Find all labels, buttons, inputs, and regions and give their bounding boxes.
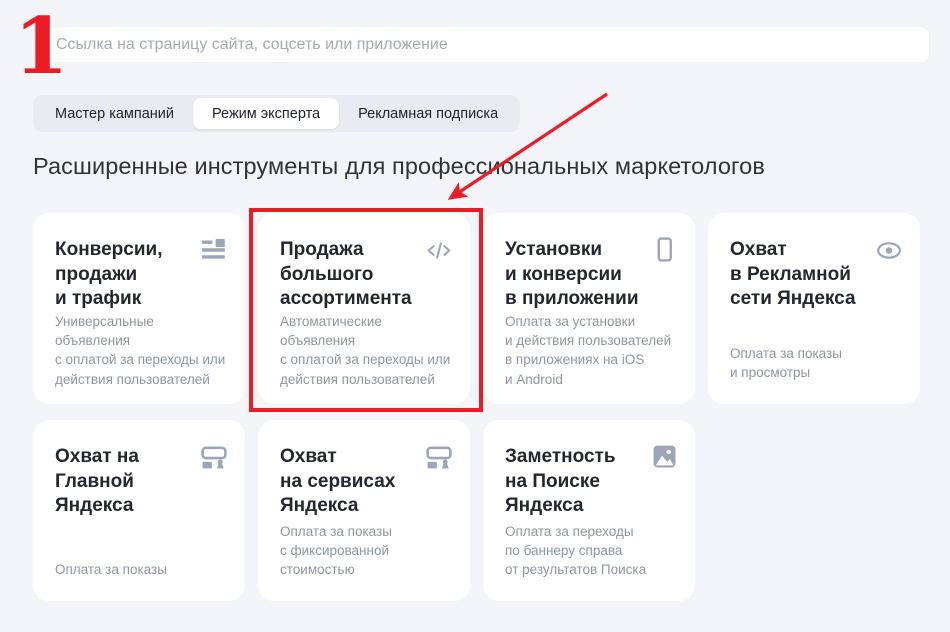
card-reach-yandex-homepage[interactable]: Охват на Главной Яндекса Оплата за показ… — [33, 420, 245, 601]
card-reach-yandex-services[interactable]: Охват на сервисах Яндекса Оплата за пока… — [258, 420, 470, 601]
card-description: Оплата за показы и просмотры — [730, 345, 842, 380]
eye-icon — [876, 237, 902, 263]
card-reach-yandex-ad-network[interactable]: Охват в Рекламной сети Яндекса Оплата за… — [708, 213, 920, 404]
phone-icon — [651, 237, 677, 263]
site-link-input[interactable] — [35, 26, 930, 63]
card-description: Универсальные объявления с оплатой за пе… — [55, 314, 226, 387]
page-title: Расширенные инструменты для профессионал… — [33, 153, 765, 179]
card-description: Оплата за показы — [55, 561, 167, 577]
code-icon — [426, 237, 452, 263]
card-description: Автоматические объявления с оплатой за п… — [280, 314, 451, 387]
text-ad-icon — [201, 237, 227, 263]
tab-campaign-wizard[interactable]: Мастер кампаний — [36, 98, 193, 129]
card-conversions-sales-traffic[interactable]: Конверсии, продажи и трафик Универсальны… — [33, 213, 245, 404]
billboard-icon — [201, 444, 227, 470]
tab-ad-subscription[interactable]: Рекламная подписка — [339, 98, 517, 129]
tab-expert-mode[interactable]: Режим эксперта — [193, 98, 340, 129]
billboard-icon — [426, 444, 452, 470]
card-description: Оплата за показы с фиксированной стоимос… — [280, 523, 392, 577]
campaign-mode-tabs: Мастер кампаний Режим эксперта Рекламная… — [33, 95, 521, 132]
campaign-cards-grid: Конверсии, продажи и трафик Универсальны… — [33, 213, 920, 601]
card-description: Оплата за установки и действия пользоват… — [505, 314, 672, 387]
card-large-assortment-sales[interactable]: Продажа большого ассортимента Автоматиче… — [258, 213, 470, 404]
card-visibility-yandex-search[interactable]: Заметность на Поиске Яндекса Оплата за п… — [483, 420, 695, 601]
campaign-type-picker-page: Мастер кампаний Режим эксперта Рекламная… — [0, 0, 950, 632]
card-description: Оплата за переходы по баннеру справа от … — [505, 523, 647, 577]
card-app-installs-conversions[interactable]: Установки и конверсии в приложении Оплат… — [483, 213, 695, 404]
picture-icon — [651, 444, 677, 470]
